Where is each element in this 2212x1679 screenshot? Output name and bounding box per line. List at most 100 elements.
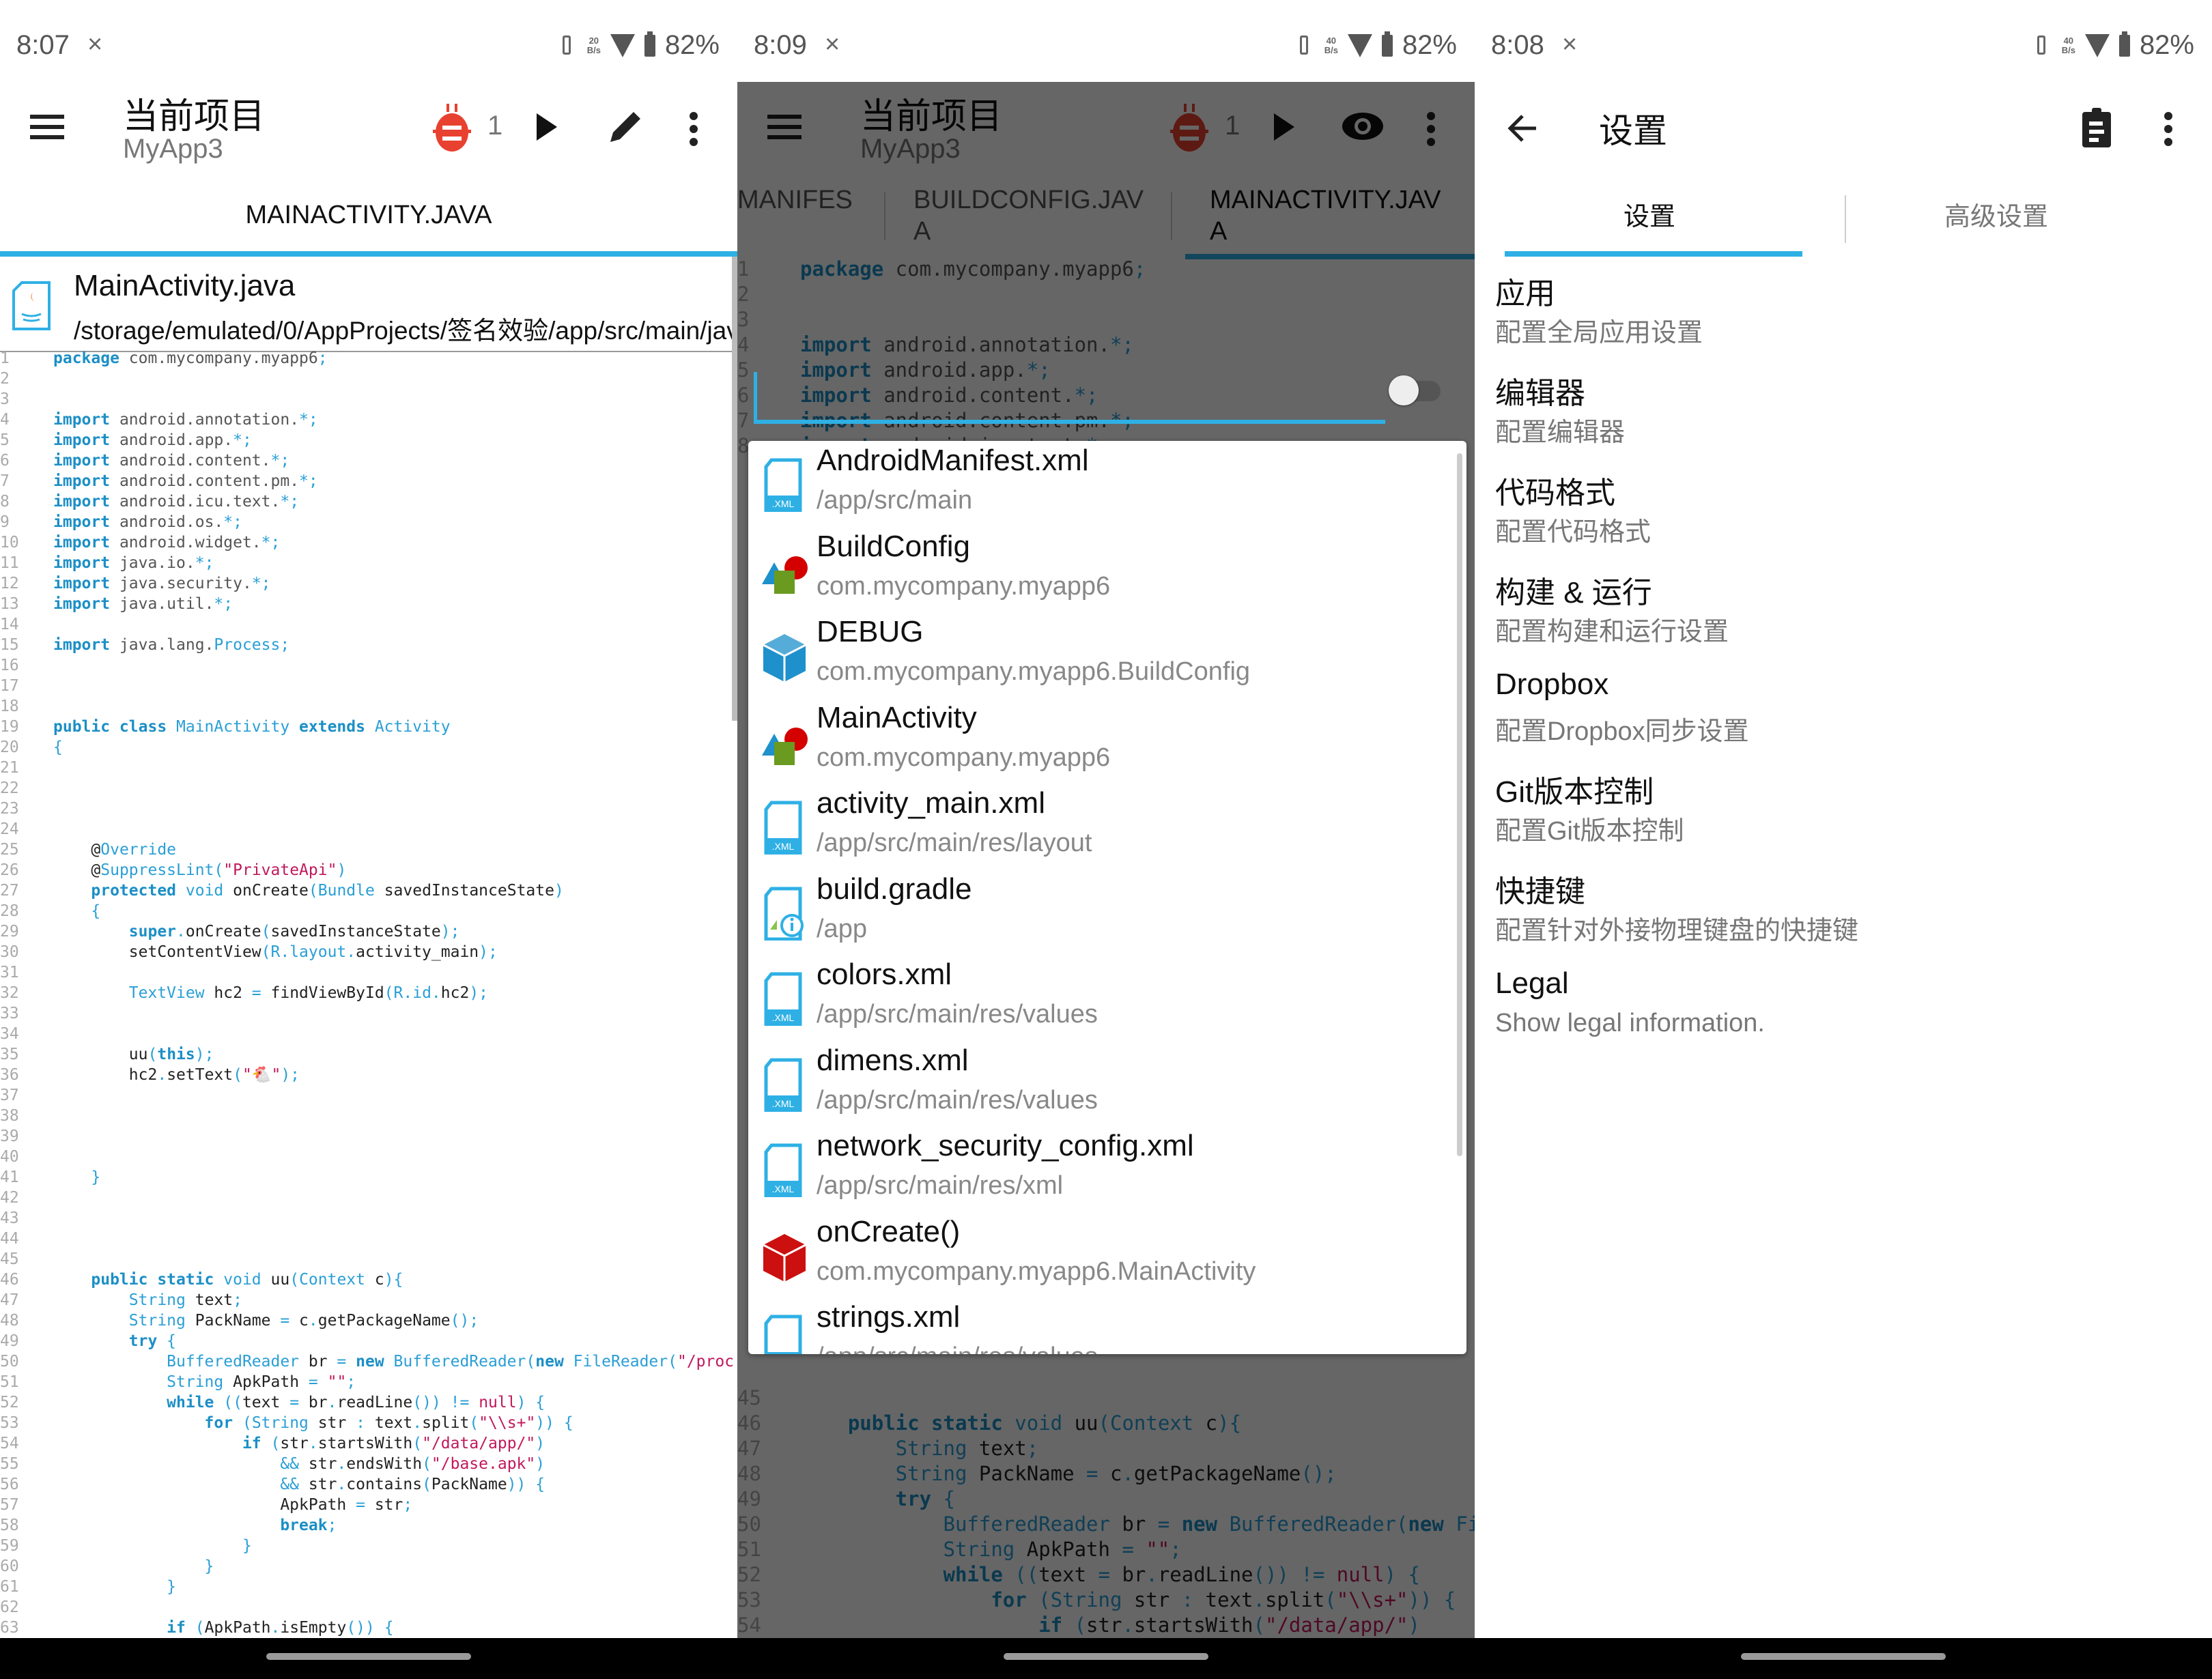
- more-vert-icon[interactable]: [690, 112, 698, 151]
- popup-item[interactable]: build.gradle/app: [748, 870, 1458, 955]
- search-input-underline[interactable]: [754, 420, 1385, 424]
- line-content: {: [53, 902, 101, 920]
- tab-advanced-settings[interactable]: 高级设置: [1944, 195, 2048, 233]
- popup-item-name: build.gradle: [817, 872, 972, 906]
- bug-icon[interactable]: [431, 102, 472, 154]
- java-file-icon: [12, 281, 51, 330]
- line-number: 1: [0, 349, 10, 367]
- battery-icon: [1381, 31, 1393, 57]
- popup-item[interactable]: .XML network_security_config.xml/app/src/…: [748, 1126, 1458, 1211]
- popup-item[interactable]: .XML dimens.xml/app/src/main/res/values: [748, 1041, 1458, 1126]
- line-number: 13: [0, 595, 19, 613]
- settings-item-title: 编辑器: [1495, 377, 1585, 410]
- settings-toolbar: 设置: [1475, 82, 2212, 177]
- line-number: 8: [0, 493, 10, 511]
- svg-text:.XML: .XML: [772, 1012, 795, 1023]
- play-icon[interactable]: [537, 113, 557, 141]
- line-number: 16: [0, 657, 19, 674]
- line-number: 63: [0, 1619, 19, 1637]
- popup-item-name: MainActivity: [817, 700, 977, 734]
- home-gesture-bar[interactable]: [266, 1653, 471, 1660]
- home-gesture-bar[interactable]: [1004, 1653, 1208, 1660]
- line-number: 37: [0, 1087, 19, 1104]
- battery-level: 82%: [664, 30, 720, 60]
- status-time: 8:07: [16, 30, 70, 60]
- line-number: 20: [0, 738, 19, 756]
- wifi-icon: [610, 33, 635, 57]
- popup-item[interactable]: DEBUG com.mycompany.myapp6.BuildConfig: [748, 612, 1458, 698]
- notification-close-icon: ×: [87, 30, 103, 59]
- settings-item[interactable]: Git版本控制 配置Git版本控制: [1495, 767, 2178, 863]
- wifi-icon: [2084, 33, 2110, 57]
- selection-handle[interactable]: [754, 372, 757, 423]
- line-number: 43: [0, 1209, 19, 1227]
- line-content: import android.content.*;: [53, 452, 290, 470]
- popup-item-path: com.mycompany.myapp6.MainActivity: [817, 1257, 1256, 1286]
- status-bar: 8:09 × 40 B/s 82%: [737, 0, 1475, 82]
- line-number: 60: [0, 1558, 19, 1575]
- back-arrow-icon[interactable]: [1506, 113, 1539, 143]
- popup-item[interactable]: MainActivity com.mycompany.myapp6: [748, 698, 1458, 784]
- popup-item[interactable]: .XML colors.xml/app/src/main/res/values: [748, 955, 1458, 1040]
- settings-item[interactable]: 构建 & 运行 配置构建和运行设置: [1495, 568, 2178, 663]
- editor-scrollbar[interactable]: [732, 257, 737, 721]
- menu-icon[interactable]: [30, 115, 64, 142]
- settings-item[interactable]: 编辑器 配置编辑器: [1495, 369, 2178, 464]
- line-number: 58: [0, 1517, 19, 1534]
- line-number: 25: [0, 841, 19, 859]
- status-bar: 8:08 × 40 B/s 82%: [1475, 0, 2212, 82]
- settings-item-description: 配置针对外接物理键盘的快捷键: [1495, 917, 1859, 945]
- xml-file-icon: .XML: [761, 1057, 808, 1112]
- popup-item[interactable]: .XML strings.xml/app/src/main/res/values: [748, 1297, 1458, 1354]
- popup-item-name: network_security_config.xml: [817, 1129, 1194, 1162]
- line-content: import android.widget.*;: [53, 534, 281, 551]
- popup-item-path: /app: [817, 914, 867, 943]
- line-content: import java.util.*;: [53, 595, 233, 613]
- line-number: 34: [0, 1025, 19, 1043]
- settings-item[interactable]: 应用 配置全局应用设置: [1495, 269, 2178, 364]
- popup-item-path: com.mycompany.myapp6.BuildConfig: [817, 657, 1251, 686]
- popup-item[interactable]: BuildConfig com.mycompany.myapp6: [748, 527, 1458, 612]
- line-number: 17: [0, 677, 19, 695]
- line-content: && str.contains(PackName)) {: [53, 1476, 545, 1493]
- clipboard-icon[interactable]: [2081, 106, 2112, 149]
- net-speed: 20 B/s: [586, 35, 601, 55]
- line-content: {: [53, 738, 63, 756]
- project-title: 当前项目: [123, 97, 266, 137]
- search-toggle[interactable]: [1389, 375, 1443, 405]
- notification-close-icon: ×: [825, 30, 840, 59]
- line-number: 44: [0, 1230, 19, 1248]
- tab-mainactivity[interactable]: MAINACTIVITY.JAVA: [0, 177, 737, 253]
- pencil-icon[interactable]: [608, 108, 644, 145]
- tab-separator: [1845, 195, 1846, 243]
- xml-file-icon: .XML: [761, 1143, 808, 1198]
- settings-item-title: 构建 & 运行: [1495, 576, 1652, 609]
- line-content: }: [53, 1168, 101, 1186]
- line-number: 24: [0, 820, 19, 838]
- popup-item[interactable]: onCreate() com.mycompany.myapp6.MainActiv…: [748, 1212, 1458, 1297]
- line-content: public class MainActivity extends Activi…: [53, 718, 451, 736]
- popup-item[interactable]: .XML activity_main.xml/app/src/main/res/l…: [748, 784, 1458, 869]
- settings-item[interactable]: Legal Show legal information.: [1495, 966, 2178, 1062]
- line-content: @Override: [53, 841, 177, 859]
- xml-file-icon: .XML: [761, 457, 808, 513]
- line-content: import android.icu.text.*;: [53, 493, 300, 511]
- home-gesture-bar[interactable]: [1741, 1653, 1946, 1660]
- line-content: String text;: [53, 1291, 242, 1309]
- svg-text:.XML: .XML: [772, 498, 795, 509]
- more-vert-icon[interactable]: [2164, 112, 2172, 151]
- settings-item[interactable]: 快捷键 配置针对外接物理键盘的快捷键: [1495, 867, 2178, 962]
- line-number: 28: [0, 902, 19, 920]
- svg-text:.XML: .XML: [772, 841, 795, 852]
- line-number: 53: [0, 1414, 19, 1432]
- settings-item[interactable]: 代码格式 配置代码格式: [1495, 468, 2178, 564]
- line-content: && str.endsWith("/base.apk"): [53, 1455, 545, 1473]
- line-number: 22: [0, 779, 19, 797]
- tab-settings[interactable]: 设置: [1623, 195, 1675, 233]
- line-number: 52: [0, 1394, 19, 1411]
- line-content: String PackName = c.getPackageName();: [53, 1312, 479, 1330]
- settings-item[interactable]: Dropbox 配置Dropbox同步设置: [1495, 668, 2178, 763]
- settings-item-description: Show legal information.: [1495, 1009, 1765, 1037]
- vibrate-icon: [2032, 34, 2052, 57]
- popup-item[interactable]: .XML AndroidManifest.xml/app/src/main: [748, 441, 1458, 526]
